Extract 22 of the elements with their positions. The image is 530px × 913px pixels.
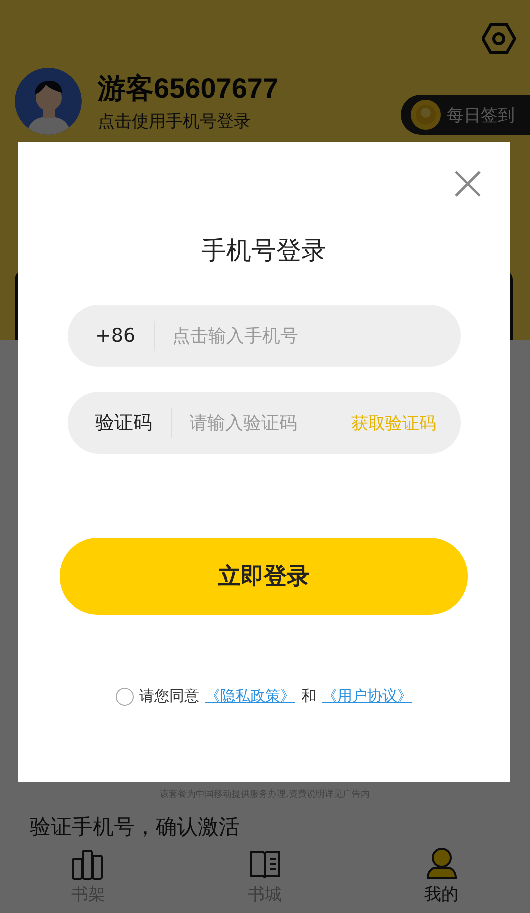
coin-icon (411, 100, 441, 130)
agree-text: 请您同意 (140, 687, 200, 706)
code-label: 验证码 (96, 411, 152, 436)
username: 游客65607677 (98, 72, 279, 106)
dialog-title: 手机号登录 (202, 235, 326, 267)
get-code-link[interactable]: 获取验证码 (352, 412, 436, 434)
settings-icon[interactable] (482, 22, 516, 56)
login-button[interactable]: 立即登录 (60, 538, 468, 615)
conjunction-text: 和 (302, 687, 316, 706)
privacy-link[interactable]: 《隐私政策》 (206, 687, 296, 706)
close-icon[interactable] (454, 170, 482, 198)
activate-text: 验证手机号，确认激活 (30, 814, 241, 841)
daily-sign-in-button[interactable]: 每日签到 (401, 95, 530, 135)
country-code: +86 (96, 325, 136, 347)
code-field[interactable]: 请输入验证码 (190, 412, 352, 434)
terms-link[interactable]: 《用户协议》 (322, 687, 412, 706)
bookshelf-icon (71, 847, 106, 881)
login-hint[interactable]: 点击使用手机号登录 (98, 110, 251, 133)
nav-tab[interactable]: 我的 (353, 847, 530, 913)
person-icon (424, 847, 459, 881)
phone-field[interactable]: 点击输入手机号 (172, 326, 436, 346)
agree-radio[interactable] (116, 688, 134, 706)
